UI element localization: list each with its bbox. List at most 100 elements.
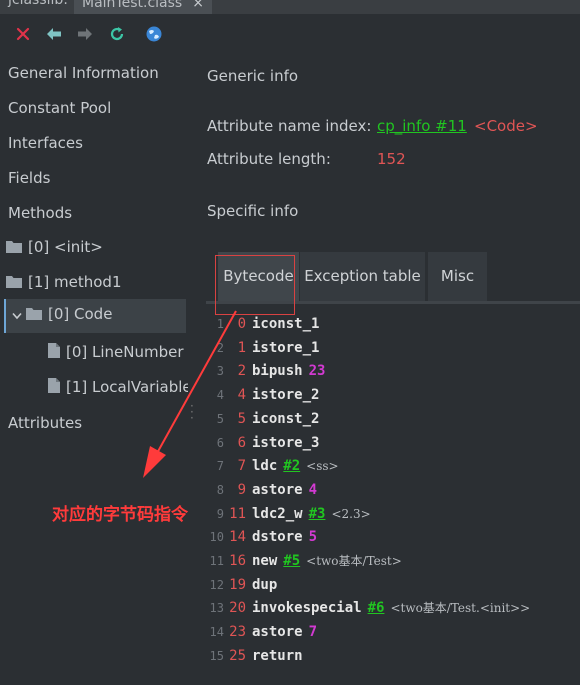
arrow-right-icon	[78, 28, 92, 40]
attribute-length-value: 152	[377, 150, 406, 168]
specific-info-title: Specific info	[207, 202, 299, 220]
bytecode-opcode: istore_3	[252, 434, 320, 451]
sidebar-item-local-variable[interactable]: [1] LocalVariable	[48, 372, 188, 406]
bytecode-comment: <ss>	[306, 459, 339, 474]
line-number: 1	[216, 317, 224, 331]
sidebar-item-general-information[interactable]: General Information	[8, 58, 159, 92]
file-icon	[48, 338, 60, 368]
bytecode-opcode: dup	[252, 576, 278, 593]
sidebar-item-method1[interactable]: [1] method1	[6, 267, 122, 301]
bytecode-row: 12 19 dup	[198, 573, 278, 597]
sidebar-item-method-init[interactable]: [0] <init>	[6, 232, 103, 266]
constant-pool-link[interactable]: #6	[368, 600, 385, 616]
sidebar-item-label: [1] method1	[28, 273, 122, 291]
bytecode-operand: 5	[308, 529, 318, 546]
bytecode-offset: 9	[237, 481, 246, 498]
bytecode-row: 9 11 ldc2_w #3 <2.3>	[198, 502, 371, 526]
sidebar-item-label: Attributes	[8, 414, 83, 432]
selection-indicator	[4, 299, 6, 333]
bytecode-opcode: bipush	[252, 363, 303, 380]
bytecode-comment: <two基本/Test.<init>>	[390, 601, 531, 616]
bytecode-row: 14 23 astore 7	[198, 620, 317, 644]
bytecode-opcode: return	[252, 647, 303, 664]
bytecode-offset: 23	[229, 624, 246, 641]
annotation-text: 对应的字节码指令	[52, 505, 188, 525]
tab-jclasslib[interactable]: jclasslib:	[8, 0, 68, 8]
bytecode-offset: 7	[237, 458, 246, 475]
sidebar-item-attributes[interactable]: Attributes	[8, 408, 82, 442]
line-number: 10	[209, 530, 224, 545]
constant-pool-link[interactable]: #3	[309, 506, 326, 522]
globe-icon	[146, 26, 162, 42]
bytecode-row: 3 2 bipush 23	[198, 359, 326, 383]
sidebar-item-label: Fields	[8, 169, 51, 187]
bytecode-opcode: astore	[252, 624, 303, 641]
bytecode-row: 5 5 iconst_2	[198, 407, 320, 431]
constant-pool-link[interactable]: #2	[283, 458, 300, 474]
attribute-name-index-link[interactable]: cp_info #11	[377, 117, 467, 135]
tab-exception-table[interactable]: Exception table	[300, 252, 426, 301]
constant-pool-link[interactable]: #5	[283, 553, 300, 569]
web-button[interactable]	[143, 23, 165, 45]
bytecode-row: 15 25 return	[198, 644, 303, 668]
generic-info-title: Generic info	[207, 67, 299, 85]
sidebar-item-label: [0] Code	[48, 305, 113, 323]
bytecode-row: 2 1 istore_1	[198, 336, 320, 360]
refresh-button[interactable]	[106, 23, 128, 45]
bytecode-offset: 2	[237, 363, 246, 380]
sidebar-item-code[interactable]: [0] Code	[6, 299, 186, 333]
tab-maintest-label: MainTest.class	[82, 0, 183, 11]
forward-button[interactable]	[74, 23, 96, 45]
refresh-icon	[110, 27, 124, 41]
bytecode-row: 1 0 iconst_1	[198, 312, 320, 336]
bytecode-opcode: dstore	[252, 529, 303, 546]
bytecode-comment: <2.3>	[331, 506, 371, 521]
bytecode-opcode: istore_2	[252, 387, 320, 404]
bytecode-comment: <two基本/Test>	[306, 554, 402, 568]
sidebar-item-methods[interactable]: Methods	[8, 198, 72, 232]
sidebar-item-constant-pool[interactable]: Constant Pool	[8, 93, 111, 127]
close-icon	[16, 27, 30, 41]
bytecode-offset: 5	[237, 410, 246, 427]
bytecode-row: 6 6 istore_3	[198, 431, 320, 455]
sidebar-item-fields[interactable]: Fields	[8, 163, 50, 197]
bytecode-opcode: new	[252, 553, 278, 569]
sidebar-tree: General Information Constant Pool Interf…	[0, 58, 198, 685]
bytecode-offset: 20	[229, 600, 246, 617]
line-number: 8	[216, 482, 224, 497]
folder-icon	[26, 300, 42, 330]
tab-maintest-class[interactable]: MainTest.class ×	[74, 0, 212, 14]
line-number: 3	[216, 364, 224, 379]
bytecode-opcode: iconst_2	[252, 410, 320, 427]
bytecode-offset: 11	[229, 505, 246, 522]
line-number: 2	[216, 340, 224, 355]
close-button[interactable]	[12, 23, 34, 45]
sidebar-item-label: General Information	[8, 64, 159, 82]
line-number: 14	[209, 625, 224, 640]
tab-close-icon[interactable]: ×	[192, 0, 204, 11]
bytecode-operand: 4	[308, 481, 318, 498]
bytecode-offset: 16	[229, 553, 246, 569]
sidebar-item-line-number[interactable]: [0] LineNumber	[48, 337, 184, 371]
sidebar-item-label: [0] LineNumber	[66, 343, 184, 361]
bytecode-row: 10 14 dstore 5	[198, 525, 317, 549]
line-number: 7	[216, 459, 224, 474]
tab-misc[interactable]: Misc	[428, 252, 488, 301]
bytecode-offset: 14	[229, 529, 246, 546]
sidebar-item-label: Interfaces	[8, 134, 83, 152]
bytecode-row: 4 4 istore_2	[198, 383, 320, 407]
sidebar-item-interfaces[interactable]: Interfaces	[8, 128, 83, 162]
attribute-name-index-label: Attribute name index:	[207, 117, 372, 135]
bytecode-opcode: astore	[252, 481, 303, 498]
back-button[interactable]	[43, 23, 65, 45]
bytecode-opcode: ldc	[252, 458, 278, 475]
line-number: 9	[216, 506, 224, 521]
splitter-handle[interactable]: · · ·	[190, 400, 194, 424]
bytecode-offset: 1	[237, 339, 246, 356]
bytecode-operand: 7	[308, 624, 318, 641]
bytecode-opcode: invokespecial	[252, 600, 362, 617]
line-number: 6	[216, 435, 224, 450]
sidebar-item-label: [0] <init>	[28, 238, 103, 256]
file-icon	[48, 373, 60, 403]
toolbar	[0, 14, 580, 58]
